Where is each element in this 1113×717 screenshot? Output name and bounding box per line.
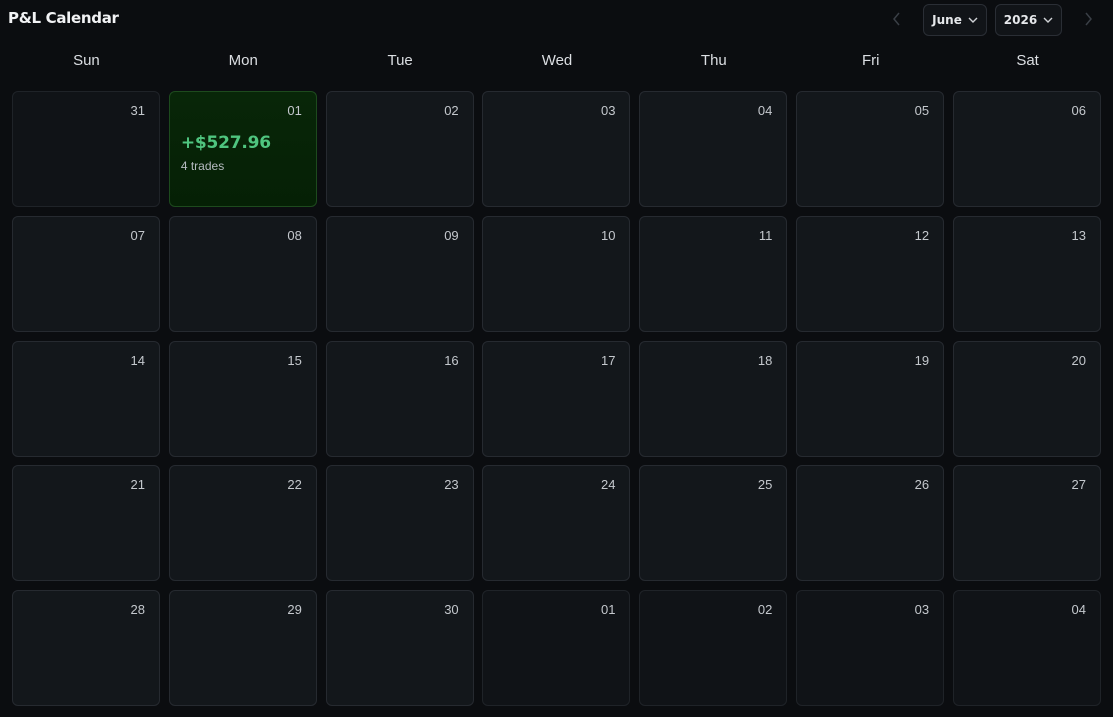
calendar-day-cell[interactable]: 14 xyxy=(12,340,160,457)
year-select-value: 2026 xyxy=(1003,13,1038,27)
day-number: 04 xyxy=(757,103,773,118)
day-number: 22 xyxy=(287,477,302,493)
weekday-label: Wed xyxy=(541,52,573,69)
day-number: 16 xyxy=(444,352,459,368)
day-number: 03 xyxy=(914,602,930,617)
day-number: 31 xyxy=(130,103,145,118)
day-number: 23 xyxy=(444,477,459,493)
day-number: 27 xyxy=(1071,477,1086,493)
weekday-label: Mon xyxy=(228,52,258,69)
weekday-label: Thu xyxy=(700,52,727,69)
calendar-day-cell[interactable]: 09 xyxy=(325,215,474,332)
chevron-left-icon xyxy=(893,12,900,26)
calendar-day-cell[interactable]: 02 xyxy=(325,91,474,207)
calendar-day-cell[interactable]: 28 xyxy=(12,590,160,706)
day-number: 30 xyxy=(444,602,459,617)
day-number: 28 xyxy=(130,602,145,617)
calendar-day-cell[interactable]: 20 xyxy=(952,340,1101,457)
calendar-day-cell[interactable]: 27 xyxy=(952,465,1101,582)
day-number: 07 xyxy=(130,227,145,243)
calendar-day-cell[interactable]: 13 xyxy=(952,215,1101,332)
calendar-day-cell-outside-month[interactable]: 04 xyxy=(952,590,1101,706)
day-number: 09 xyxy=(444,227,459,243)
calendar-day-cell[interactable]: 18 xyxy=(639,340,788,457)
day-number: 21 xyxy=(130,477,145,493)
day-number: 04 xyxy=(1071,602,1086,617)
prev-month-button[interactable] xyxy=(887,8,907,30)
calendar-day-cell[interactable]: 15 xyxy=(168,340,317,457)
calendar-day-cell[interactable]: 12 xyxy=(796,215,945,332)
calendar-day-cell[interactable]: 22 xyxy=(168,465,317,582)
calendar-grid: 31 01 +$527.96 4 trades 02 03 04 05 06 07 08 09 10 11… xyxy=(12,91,1101,706)
calendar-day-cell[interactable]: 16 xyxy=(325,340,474,457)
day-number: 19 xyxy=(914,352,930,368)
day-number: 14 xyxy=(130,352,145,368)
calendar-day-cell[interactable]: 10 xyxy=(482,215,631,332)
day-number: 12 xyxy=(914,227,930,243)
day-number: 15 xyxy=(287,352,302,368)
day-number: 02 xyxy=(444,103,459,118)
calendar-day-cell[interactable]: 11 xyxy=(639,215,788,332)
calendar-day-cell[interactable]: 17 xyxy=(482,340,631,457)
calendar-day-cell-outside-month[interactable]: 31 xyxy=(12,91,160,207)
weekday-label: Fri xyxy=(861,52,880,69)
calendar-day-cell[interactable]: 04 xyxy=(639,91,788,207)
day-number: 01 xyxy=(287,103,302,118)
day-number: 11 xyxy=(758,227,773,243)
calendar-day-cell-outside-month[interactable]: 02 xyxy=(639,590,788,706)
month-select[interactable]: June xyxy=(923,4,987,36)
calendar-day-cell[interactable]: 21 xyxy=(12,465,160,582)
day-number: 29 xyxy=(287,602,302,617)
calendar-day-cell[interactable]: 29 xyxy=(168,590,317,706)
day-trade-count: 4 trades xyxy=(180,159,225,173)
calendar-day-cell[interactable]: 24 xyxy=(482,465,631,582)
calendar-day-cell[interactable]: 07 xyxy=(12,215,160,332)
chevron-down-icon xyxy=(1043,17,1053,23)
weekday-label: Tue xyxy=(387,52,413,69)
calendar-day-cell[interactable]: 19 xyxy=(796,340,945,457)
day-number: 03 xyxy=(601,103,616,118)
day-number: 18 xyxy=(757,352,773,368)
page-title: P&L Calendar xyxy=(8,9,119,27)
chevron-down-icon xyxy=(968,17,978,23)
calendar-day-cell-outside-month[interactable]: 03 xyxy=(796,590,945,706)
calendar-day-cell[interactable]: 25 xyxy=(639,465,788,582)
calendar-day-cell[interactable]: 23 xyxy=(325,465,474,582)
day-number: 05 xyxy=(914,103,930,118)
calendar-day-cell[interactable]: 30 xyxy=(325,590,474,706)
calendar-day-cell[interactable]: 01 +$527.96 4 trades xyxy=(168,91,317,207)
day-number: 10 xyxy=(601,227,616,243)
day-number: 26 xyxy=(914,477,930,493)
day-number: 01 xyxy=(601,602,616,617)
chevron-right-icon xyxy=(1085,12,1092,26)
calendar-day-cell[interactable]: 06 xyxy=(952,91,1101,207)
calendar-day-cell[interactable]: 26 xyxy=(796,465,945,582)
day-number: 02 xyxy=(757,602,773,617)
day-number: 20 xyxy=(1071,352,1086,368)
day-number: 24 xyxy=(601,477,616,493)
next-month-button[interactable] xyxy=(1078,8,1098,30)
day-number: 17 xyxy=(601,352,616,368)
day-pnl-value: +$527.96 xyxy=(180,133,271,153)
header: P&L Calendar June 2026 xyxy=(0,0,1113,40)
day-number: 25 xyxy=(757,477,773,493)
day-number: 13 xyxy=(1071,227,1086,243)
calendar-day-cell-outside-month[interactable]: 01 xyxy=(482,590,631,706)
day-number: 06 xyxy=(1071,103,1086,118)
month-select-value: June xyxy=(932,13,962,27)
calendar-day-cell[interactable]: 05 xyxy=(796,91,945,207)
weekday-header-row: Sun Mon Tue Wed Thu Fri Sat xyxy=(8,52,1106,78)
calendar-day-cell[interactable]: 08 xyxy=(168,215,317,332)
day-number: 08 xyxy=(287,227,302,243)
weekday-label: Sat xyxy=(1016,52,1039,69)
calendar-day-cell[interactable]: 03 xyxy=(482,91,631,207)
year-select[interactable]: 2026 xyxy=(995,4,1062,36)
weekday-label: Sun xyxy=(73,52,100,69)
